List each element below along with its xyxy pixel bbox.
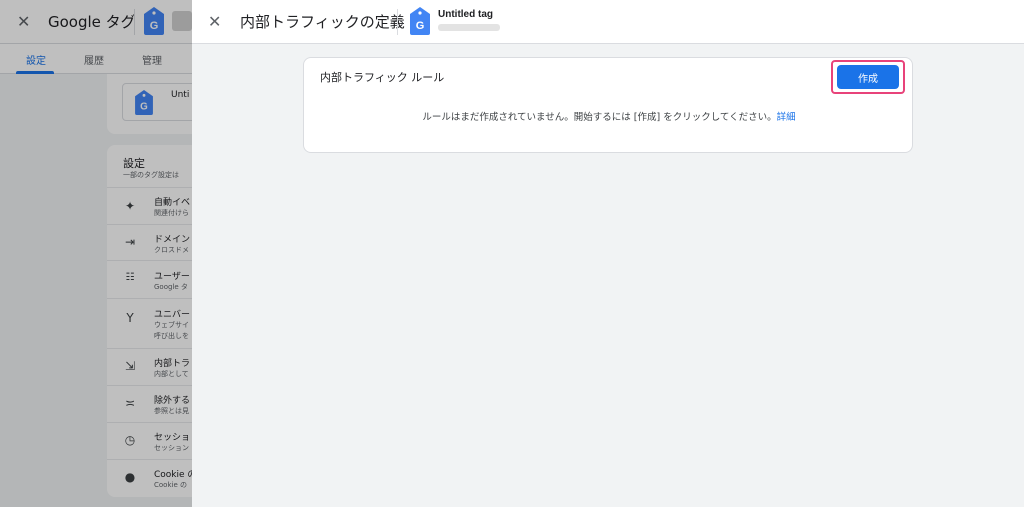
close-icon[interactable]: ✕ [208,12,221,32]
tag-name: Untitled tag [438,9,493,20]
google-tag-icon: G [410,7,430,39]
svg-text:G: G [416,20,425,32]
panel-header: ✕ 内部トラフィックの定義 G Untitled tag [192,0,1024,44]
card-title: 内部トラフィック ルール [320,71,445,84]
internal-traffic-rules-card: 内部トラフィック ルール 作成 ルールはまだ作成されていません。開始するには [… [303,57,913,153]
blurred-tag-id [438,24,500,31]
create-button[interactable]: 作成 [837,65,899,89]
divider [397,9,398,35]
page-title: 内部トラフィックの定義 [240,13,405,31]
empty-state-text: ルールはまだ作成されていません。開始するには [作成] をクリックしてください。 [422,112,777,123]
internal-traffic-panel: ✕ 内部トラフィックの定義 G Untitled tag 内部トラフィック ルー… [192,0,1024,507]
empty-state-message: ルールはまだ作成されていません。開始するには [作成] をクリックしてください。… [304,109,914,123]
details-link[interactable]: 詳細 [777,112,796,123]
